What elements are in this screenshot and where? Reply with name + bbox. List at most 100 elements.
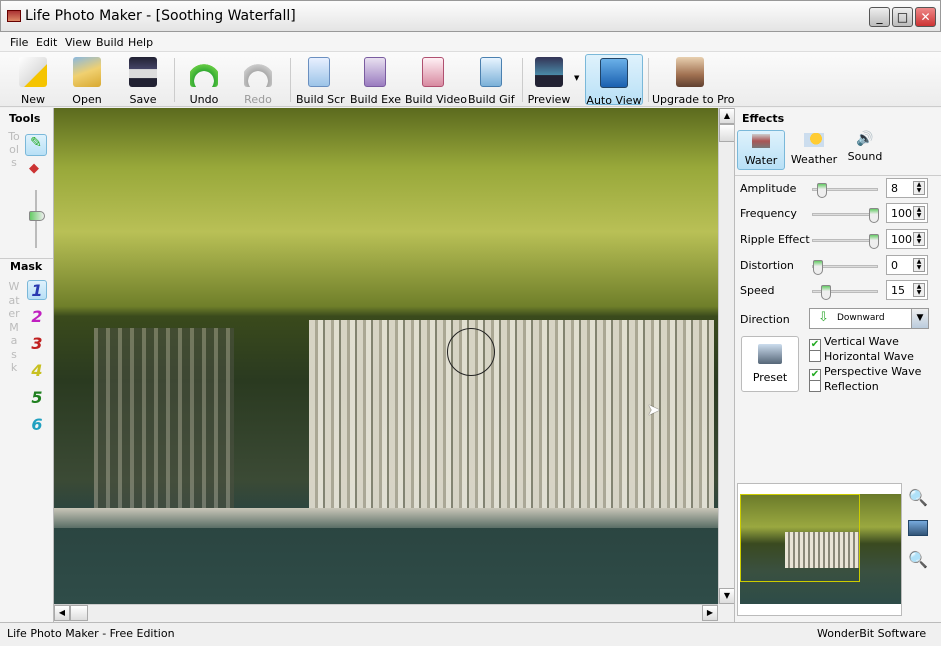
vertical-scrollbar[interactable]: ▲ ▼ — [718, 108, 735, 604]
save-button[interactable]: Save — [122, 54, 164, 106]
mask-3-button[interactable]: 3 — [27, 334, 47, 354]
zoom-out-button[interactable]: 🔍 — [908, 488, 928, 507]
amplitude-spinbox[interactable]: 8 ▲ ▼ — [886, 178, 928, 198]
menu-edit[interactable]: Edit — [36, 36, 57, 49]
minimize-button[interactable]: _ — [869, 7, 890, 27]
pencil-tool[interactable]: ✎ — [25, 134, 47, 156]
frequency-spinbox[interactable]: 100 ▲ ▼ — [886, 203, 928, 223]
amplitude-slider-thumb[interactable] — [817, 183, 827, 198]
waterfall-pool — [54, 508, 718, 528]
speed-slider-thumb[interactable] — [821, 285, 831, 300]
checkbox-box[interactable] — [809, 380, 821, 392]
effects-panel: Effects Water Weather 🔊 Sound Direction ⇩… — [734, 108, 941, 622]
horizontal-wave-checkbox[interactable]: Horizontal Wave — [809, 350, 914, 363]
perspective-wave-checkbox[interactable]: ✔ Perspective Wave — [809, 365, 921, 381]
amplitude-slider[interactable] — [812, 183, 878, 198]
auto-view-button[interactable]: Auto View — [585, 54, 643, 107]
undo-arrow-icon — [190, 57, 218, 87]
preset-icon — [758, 344, 782, 364]
mask-6-button[interactable]: 6 — [27, 415, 47, 435]
checkbox-box[interactable] — [809, 350, 821, 362]
horizontal-scrollbar[interactable]: ◀ ▶ — [54, 604, 718, 621]
status-company: WonderBit Software — [817, 627, 927, 640]
speaker-icon: 🔊 — [856, 131, 874, 147]
menu-file[interactable]: File — [10, 36, 28, 49]
scroll-down-button[interactable]: ▼ — [719, 588, 735, 604]
preview-dropdown-arrow[interactable]: ▼ — [574, 74, 579, 82]
scroll-right-button[interactable]: ▶ — [702, 605, 718, 621]
frequency-slider[interactable] — [812, 208, 879, 223]
speed-label: Speed — [740, 284, 775, 297]
upgrade-to-pro-button[interactable]: Upgrade to Pro — [652, 54, 735, 106]
brush-size-thumb[interactable] — [29, 211, 45, 221]
mask-4-button[interactable]: 4 — [27, 361, 47, 381]
open-button[interactable]: Open — [66, 54, 108, 106]
scr-file-icon — [308, 57, 330, 87]
mask-5-button[interactable]: 5 — [27, 388, 47, 408]
fit-to-window-button[interactable] — [908, 520, 928, 536]
build-video-button[interactable]: Build Video — [405, 54, 467, 106]
amplitude-spin-arrows[interactable]: ▲ ▼ — [913, 181, 925, 195]
zoom-in-icon: 🔍 — [908, 550, 928, 569]
scroll-left-button[interactable]: ◀ — [54, 605, 70, 621]
down-arrow-icon: ⇩ — [818, 310, 829, 325]
navigator-thumbnail[interactable] — [737, 483, 902, 616]
close-button[interactable]: ✕ — [915, 7, 936, 27]
redo-arrow-icon — [244, 57, 272, 87]
redo-button[interactable]: Redo — [238, 54, 278, 106]
speed-spinbox[interactable]: 15 ▲ ▼ — [886, 280, 928, 300]
vertical-scroll-thumb[interactable] — [719, 124, 735, 142]
ripple-effect-spin-arrows[interactable]: ▲ ▼ — [913, 232, 925, 246]
speed-spin-arrows[interactable]: ▲ ▼ — [913, 283, 925, 297]
amplitude-label: Amplitude — [740, 182, 797, 195]
title-bar: Life Photo Maker - [Soothing Waterfall] … — [0, 0, 941, 32]
build-scr-button[interactable]: Build Scr — [296, 54, 345, 106]
build-exe-button[interactable]: Build Exe — [350, 54, 401, 106]
tab-weather[interactable]: Weather — [787, 130, 841, 170]
exe-file-icon — [364, 57, 386, 87]
tab-water[interactable]: Water — [737, 130, 785, 170]
weather-sun-cloud-icon — [804, 133, 824, 147]
menu-build[interactable]: Build — [96, 36, 124, 49]
horizontal-scroll-thumb[interactable] — [70, 605, 88, 621]
eraser-tool[interactable]: ◆ — [29, 161, 39, 176]
ripple-effect-slider-thumb[interactable] — [869, 234, 879, 249]
menu-view[interactable]: View — [65, 36, 91, 49]
tools-panel: Tools Tools ✎ ◆ Mask Water Mask 1 2 3 4 … — [0, 108, 54, 622]
ripple-effect-slider[interactable] — [812, 234, 879, 249]
mask-1-button[interactable]: 1 — [27, 280, 47, 300]
vertical-wave-checkbox[interactable]: ✔ Vertical Wave — [809, 335, 899, 351]
distortion-spinbox[interactable]: 0 ▲ ▼ — [886, 255, 928, 275]
mouse-pointer-icon: ➤ — [647, 400, 661, 419]
chevron-down-icon[interactable]: ▼ — [911, 309, 928, 328]
build-gif-button[interactable]: Build Gif — [468, 54, 515, 106]
menu-bar: File Edit View Build Help — [0, 32, 941, 52]
toolbar: New Open Save Undo Redo Build Scr Build … — [0, 52, 941, 107]
effects-title: Effects — [742, 112, 785, 125]
photo-canvas[interactable]: ➤ — [54, 108, 718, 604]
viewport-rectangle[interactable] — [740, 494, 860, 582]
avi-file-icon — [422, 57, 444, 87]
preview-button[interactable]: Preview — [526, 54, 572, 106]
speed-slider[interactable] — [812, 285, 878, 300]
distortion-slider[interactable] — [812, 260, 878, 275]
undo-button[interactable]: Undo — [184, 54, 224, 106]
direction-dropdown[interactable]: ⇩ Downward ▼ — [809, 308, 929, 329]
tab-sound[interactable]: 🔊 Sound — [841, 130, 889, 170]
distortion-spin-arrows[interactable]: ▲ ▼ — [913, 258, 925, 272]
status-bar: Life Photo Maker - Free Edition WonderBi… — [0, 622, 941, 646]
frequency-slider-thumb[interactable] — [869, 208, 879, 223]
preset-button[interactable]: Preset — [741, 336, 799, 392]
zoom-in-button[interactable]: 🔍 — [908, 550, 928, 569]
frequency-spin-arrows[interactable]: ▲ ▼ — [913, 206, 925, 220]
ripple-effect-spinbox[interactable]: 100 ▲ ▼ — [886, 229, 928, 249]
distortion-slider-thumb[interactable] — [813, 260, 823, 275]
pencil-icon: ✎ — [30, 135, 42, 151]
new-button[interactable]: New — [12, 54, 54, 106]
scroll-up-button[interactable]: ▲ — [719, 108, 735, 124]
maximize-button[interactable]: □ — [892, 7, 913, 27]
reflection-checkbox[interactable]: Reflection — [809, 380, 879, 393]
menu-help[interactable]: Help — [128, 36, 153, 49]
mask-2-button[interactable]: 2 — [27, 307, 47, 327]
brush-cursor-circle — [447, 328, 495, 376]
